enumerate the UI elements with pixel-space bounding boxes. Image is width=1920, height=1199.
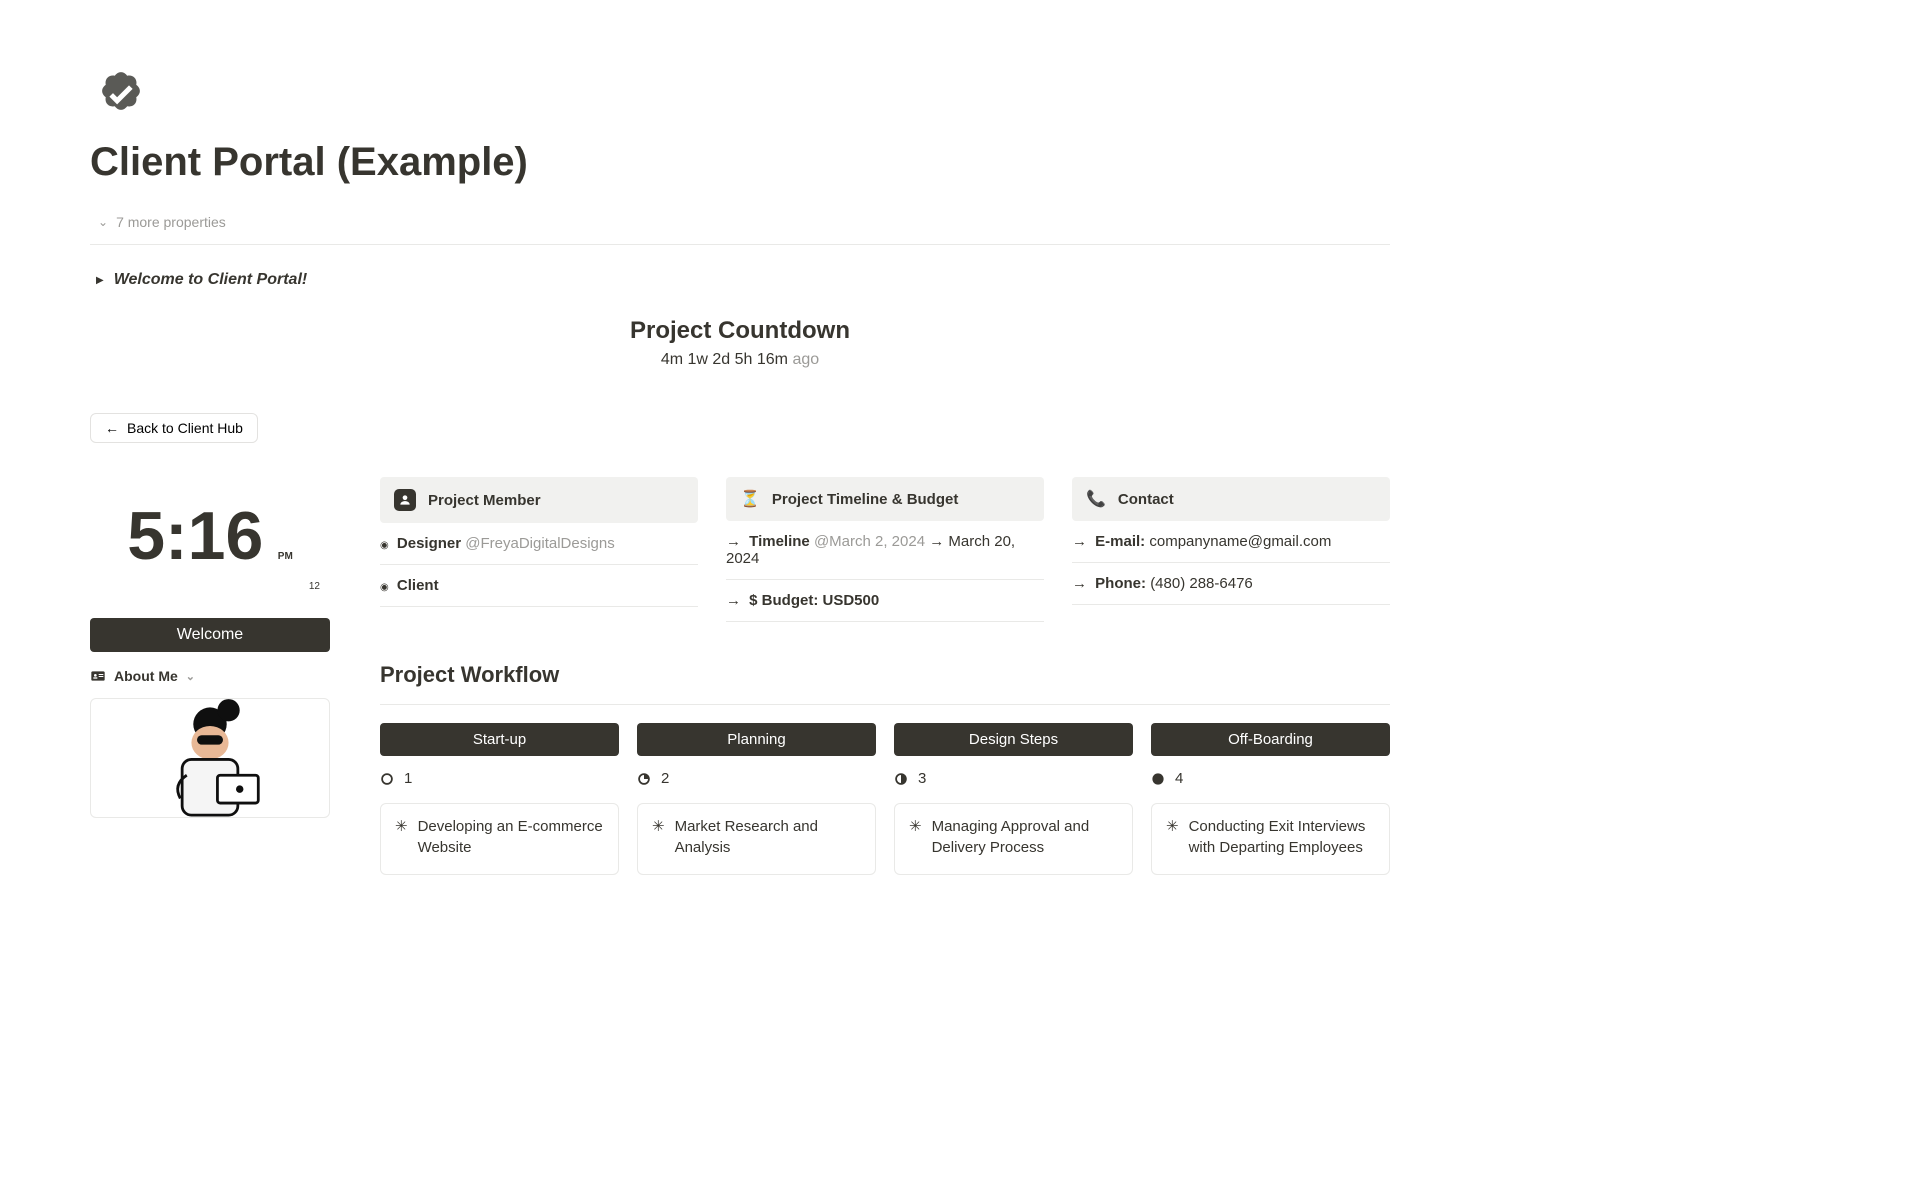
- back-button-label: Back to Client Hub: [127, 420, 243, 436]
- workflow-card-4[interactable]: ✳ Conducting Exit Interviews with Depart…: [1151, 803, 1390, 875]
- email-line: → E-mail: companyname@gmail.com: [1072, 521, 1390, 563]
- workflow-stage-startup[interactable]: Start-up: [380, 723, 619, 756]
- sparkle-icon: ✳: [652, 816, 665, 862]
- phone-icon: 📞: [1086, 489, 1106, 509]
- designer-line: ◉ Designer @FreyaDigitalDesigns: [380, 523, 698, 565]
- clock-time: 5:16: [127, 497, 263, 575]
- welcome-pill: Welcome: [90, 618, 330, 652]
- phone-line: → Phone: (480) 288-6476: [1072, 563, 1390, 605]
- back-to-client-hub-button[interactable]: ← Back to Client Hub: [90, 413, 258, 443]
- more-properties-label: 7 more properties: [116, 214, 226, 230]
- workflow-num-1: 1: [380, 770, 619, 787]
- person-icon: [394, 489, 416, 511]
- clock-seconds: 12: [90, 581, 330, 592]
- workflow-num-4: 4: [1151, 770, 1390, 787]
- workflow-num-3: 3: [894, 770, 1133, 787]
- project-timeline-card-header: ⏳ Project Timeline & Budget: [726, 477, 1044, 521]
- timeline-line: → Timeline @March 2, 2024 → March 20, 20…: [726, 521, 1044, 580]
- workflow-card-1[interactable]: ✳ Developing an E-commerce Website: [380, 803, 619, 875]
- circle-empty-icon: [380, 772, 394, 786]
- workflow-title: Project Workflow: [380, 662, 1390, 688]
- workflow-card-3[interactable]: ✳ Managing Approval and Delivery Process: [894, 803, 1133, 875]
- about-me-toggle[interactable]: About Me ⌄: [90, 668, 330, 684]
- hourglass-icon: ⏳: [740, 489, 760, 509]
- more-properties-toggle[interactable]: ⌄ 7 more properties: [90, 208, 1390, 245]
- verified-badge-icon: [90, 60, 152, 122]
- budget-line: → $ Budget: USD500: [726, 580, 1044, 622]
- project-member-card-header: Project Member: [380, 477, 698, 523]
- welcome-toggle[interactable]: ▶ Welcome to Client Portal!: [90, 245, 1390, 307]
- circle-half-icon: [894, 772, 908, 786]
- circle-full-icon: [1151, 772, 1165, 786]
- client-line: ◉ Client: [380, 565, 698, 607]
- countdown-value: 4m 1w 2d 5h 16m ago: [90, 351, 1390, 369]
- contact-card-header: 📞 Contact: [1072, 477, 1390, 521]
- sparkle-icon: ✳: [909, 816, 922, 862]
- circle-quarter-icon: [637, 772, 651, 786]
- workflow-stage-planning[interactable]: Planning: [637, 723, 876, 756]
- about-me-label: About Me: [114, 668, 178, 684]
- sparkle-icon: ✳: [395, 816, 408, 862]
- avatar-illustration: [90, 698, 330, 818]
- clock-ampm: PM: [278, 551, 293, 562]
- workflow-stage-offboarding[interactable]: Off-Boarding: [1151, 723, 1390, 756]
- welcome-toggle-label: Welcome to Client Portal!: [114, 271, 308, 289]
- countdown-title: Project Countdown: [90, 317, 1390, 345]
- workflow-card-2[interactable]: ✳ Market Research and Analysis: [637, 803, 876, 875]
- page-title: Client Portal (Example): [90, 138, 1390, 186]
- contact-title: Contact: [1118, 491, 1174, 508]
- workflow-num-2: 2: [637, 770, 876, 787]
- workflow-stage-design[interactable]: Design Steps: [894, 723, 1133, 756]
- project-member-title: Project Member: [428, 492, 541, 509]
- project-timeline-title: Project Timeline & Budget: [772, 491, 958, 508]
- chevron-down-icon: ⌄: [186, 670, 195, 683]
- triangle-right-icon: ▶: [96, 275, 104, 286]
- sparkle-icon: ✳: [1166, 816, 1179, 862]
- id-card-icon: [90, 668, 106, 684]
- chevron-down-icon: ⌄: [98, 215, 108, 229]
- arrow-left-icon: ←: [105, 420, 119, 436]
